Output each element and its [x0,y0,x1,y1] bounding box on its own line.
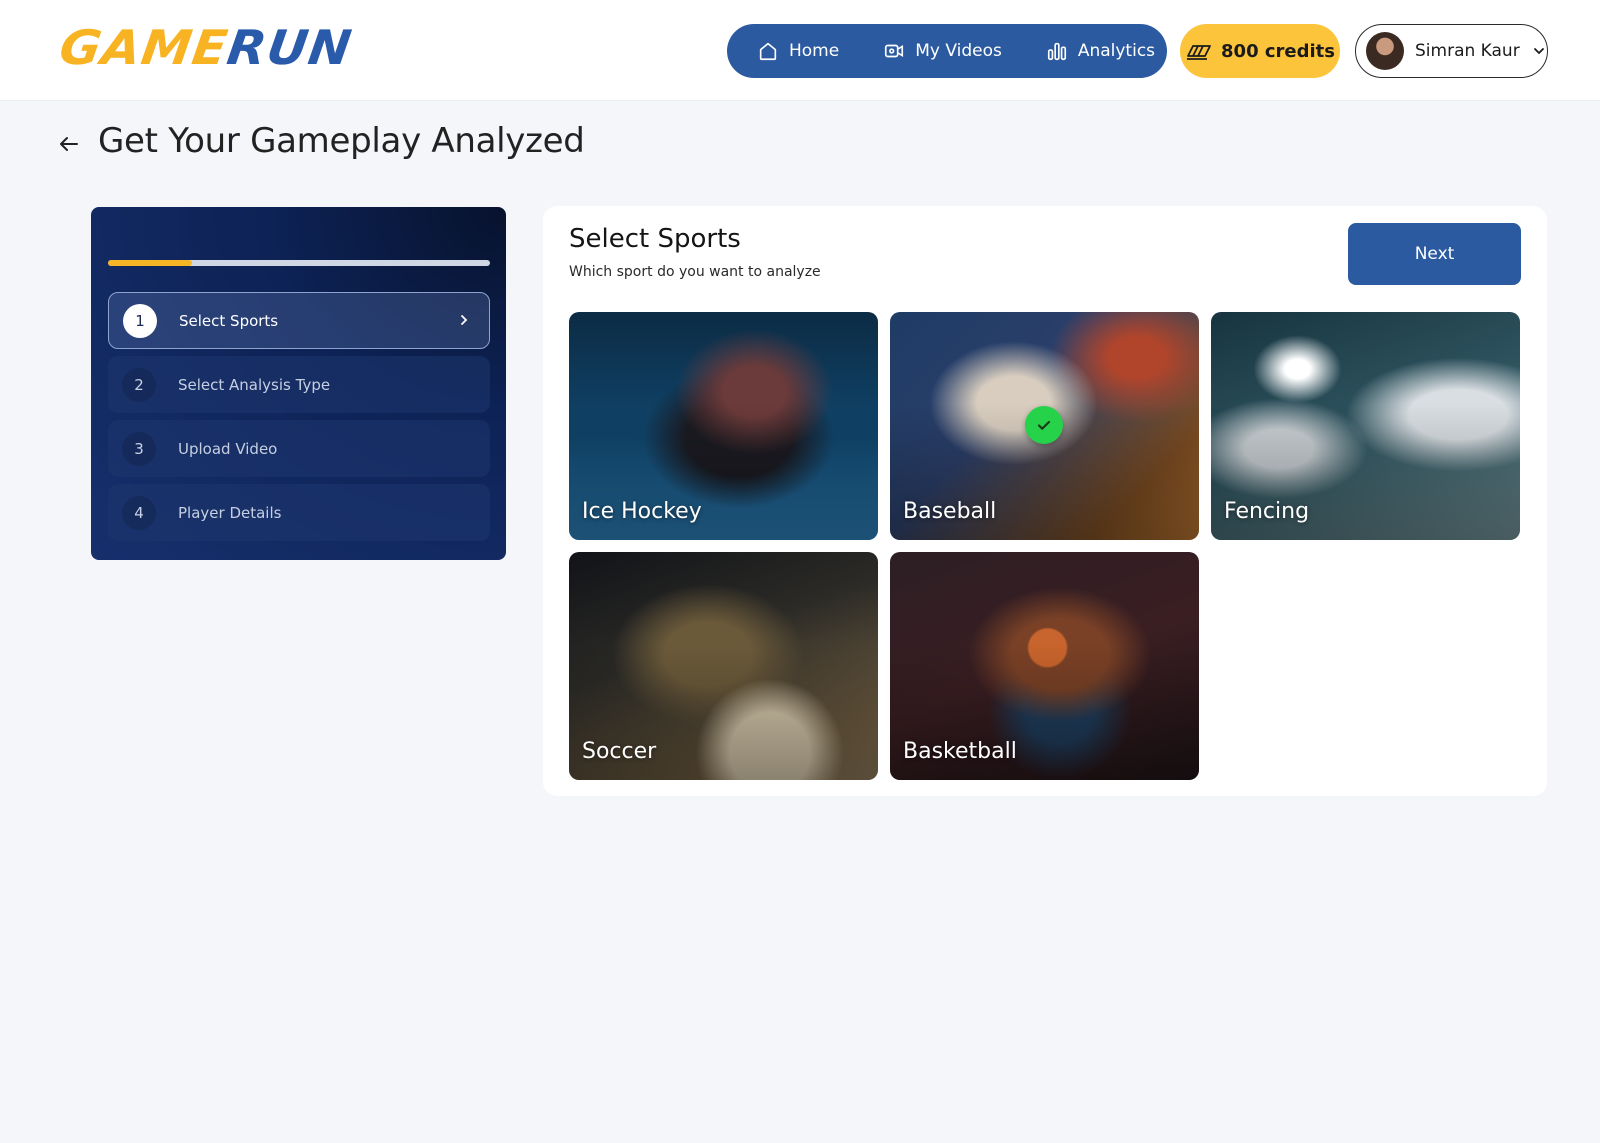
step-number: 2 [122,367,156,402]
user-name: Simran Kaur [1415,41,1520,61]
sport-selection-card: Select Sports Which sport do you want to… [543,206,1547,796]
step-number: 1 [123,303,157,338]
logo-part-game: GAME [56,20,232,76]
sport-label: Soccer [582,739,657,764]
step-select-sports[interactable]: 1 Select Sports [108,292,490,349]
sport-label: Ice Hockey [582,499,702,524]
chevron-down-icon [1533,48,1544,55]
sport-label: Baseball [903,499,997,524]
sport-tile-basketball[interactable]: Basketball [890,552,1199,780]
sport-tile-soccer[interactable]: Soccer [569,552,878,780]
step-select-analysis-type[interactable]: 2 Select Analysis Type [108,356,490,413]
home-icon [759,42,777,61]
step-label: Upload Video [178,439,278,458]
step-player-details[interactable]: 4 Player Details [108,484,490,541]
nav-home[interactable]: Home [757,40,839,62]
bar-chart-icon [1047,42,1066,61]
nav-home-label: Home [789,41,840,61]
user-menu[interactable]: Simran Kaur [1355,24,1548,78]
nav-analytics[interactable]: Analytics [1046,40,1155,62]
top-header: GAMERUN Home My Videos Analytics 800 cre… [0,0,1600,101]
step-label: Select Analysis Type [178,375,331,394]
sport-tile-baseball[interactable]: Baseball [890,312,1199,540]
main-nav: Home My Videos Analytics [727,24,1167,78]
step-number: 3 [122,431,156,466]
selected-check-icon [1025,406,1063,444]
nav-my-videos[interactable]: My Videos [883,40,1002,62]
step-label: Select Sports [179,311,279,330]
step-panel: 1 Select Sports 2 Select Analysis Type 3… [91,207,506,560]
nav-my-videos-label: My Videos [915,41,1002,61]
credits-icon [1187,45,1211,60]
sport-tile-fencing[interactable]: Fencing [1211,312,1520,540]
step-upload-video[interactable]: 3 Upload Video [108,420,490,477]
video-icon [885,44,904,58]
sport-tile-ice-hockey[interactable]: Ice Hockey [569,312,878,540]
back-arrow-icon[interactable] [57,132,81,156]
logo-part-run: RUN [223,20,356,76]
next-button[interactable]: Next [1348,223,1521,285]
card-title: Select Sports [569,224,741,254]
chevron-right-icon [461,315,468,325]
credits-label: 800 credits [1221,40,1335,62]
step-label: Player Details [178,503,282,522]
nav-analytics-label: Analytics [1077,41,1156,61]
progress-fill [108,260,193,266]
step-number: 4 [122,495,156,530]
card-subtitle: Which sport do you want to analyze [569,264,821,280]
credits-badge[interactable]: 800 credits [1180,24,1340,78]
sport-label: Fencing [1224,499,1310,524]
page-title: Get Your Gameplay Analyzed [98,121,585,161]
gamerun-logo[interactable]: GAMERUN [56,20,449,76]
avatar [1366,32,1404,70]
sport-label: Basketball [903,739,1017,764]
progress-bar [108,260,490,266]
